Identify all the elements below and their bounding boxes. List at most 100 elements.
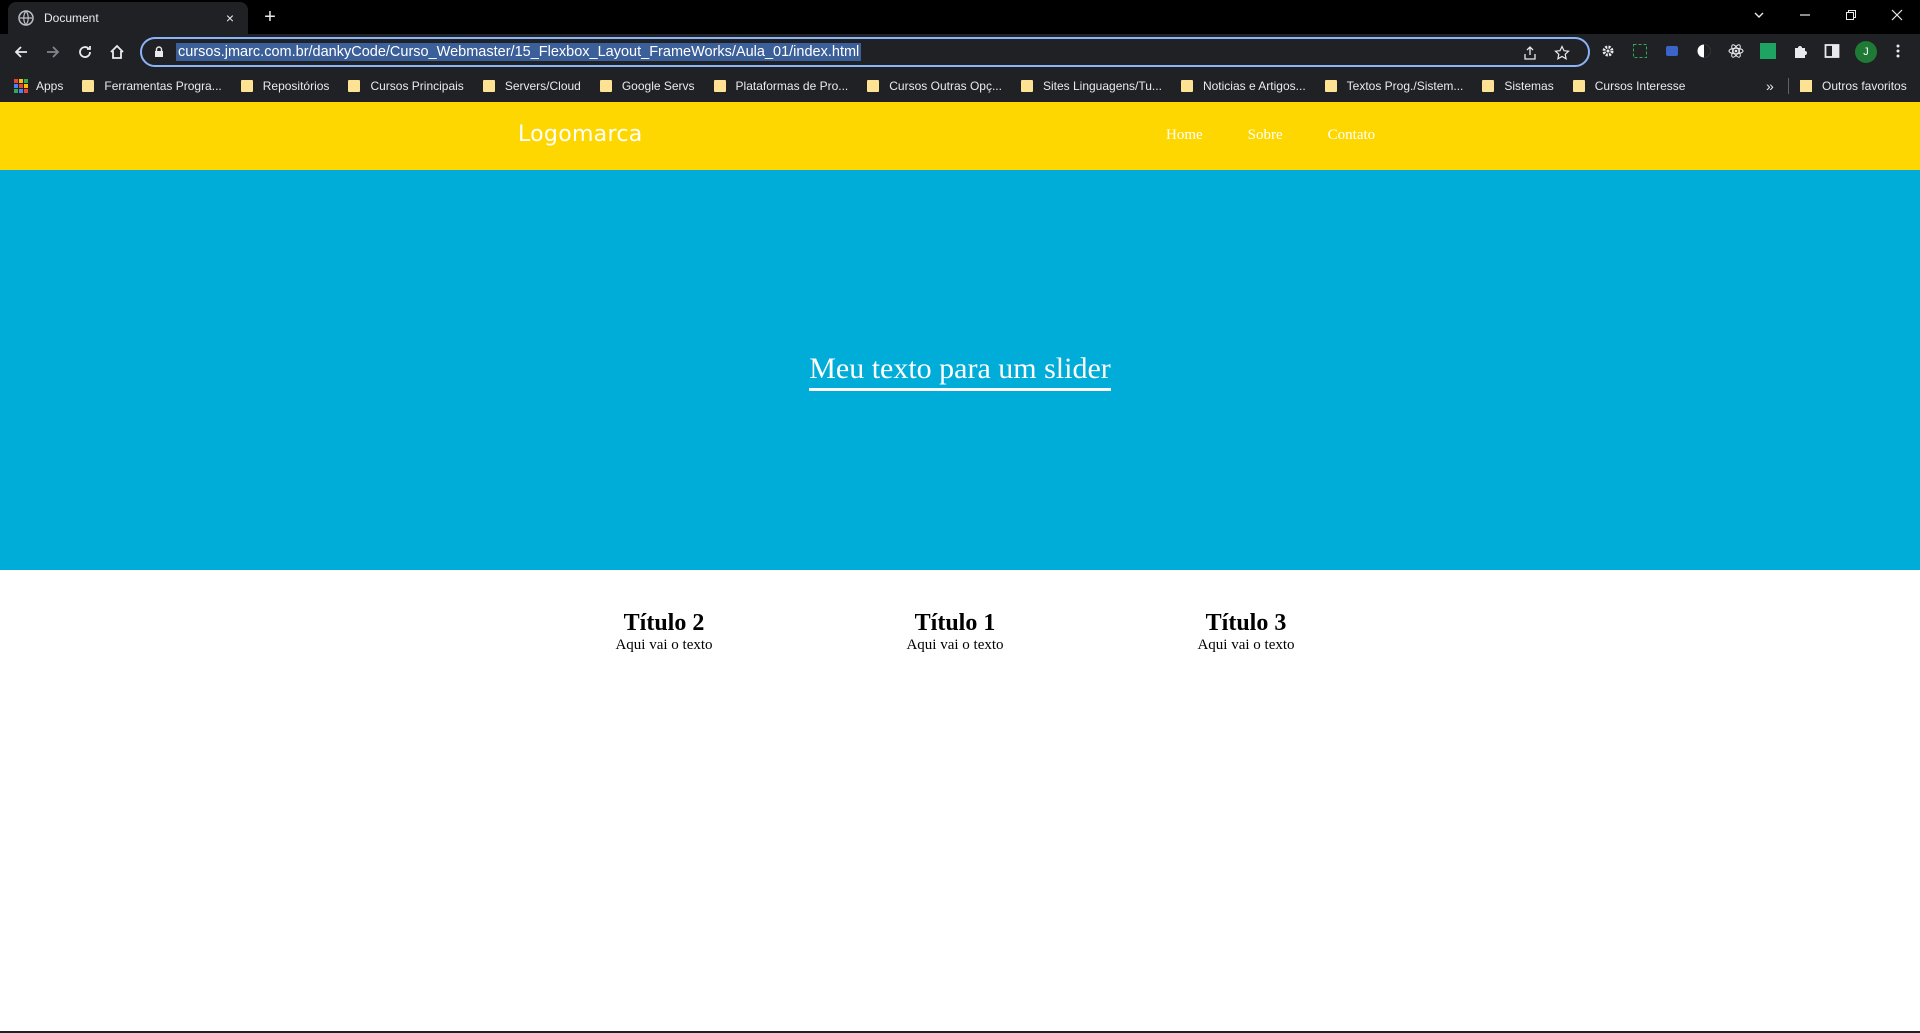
bookmark-label: Apps — [36, 79, 64, 93]
bookmarks-bar: Apps Ferramentas Progra... Repositórios … — [0, 70, 1920, 102]
bookmark-label: Plataformas de Pro... — [735, 79, 849, 93]
forward-button[interactable] — [41, 40, 65, 64]
kebab-menu-icon[interactable] — [1890, 43, 1906, 59]
home-icon — [110, 44, 124, 59]
lock-icon[interactable] — [152, 45, 166, 59]
bookmark-label: Outros favoritos — [1822, 79, 1907, 93]
folder-icon — [1324, 80, 1337, 92]
url-text[interactable]: cursos.jmarc.com.br/dankyCode/Curso_Webm… — [176, 43, 862, 61]
folder-icon — [1572, 80, 1585, 92]
react-devtools-icon[interactable] — [1728, 43, 1744, 59]
bookmark-folder[interactable]: Servers/Cloud — [482, 79, 581, 93]
bookmark-folder[interactable]: Sistemas — [1482, 79, 1554, 93]
bookmark-label: Ferramentas Progra... — [104, 79, 222, 93]
bookmark-label: Cursos Interesse — [1594, 79, 1686, 93]
apps-grid-icon — [14, 79, 28, 93]
gear-extension-icon[interactable] — [1600, 43, 1616, 59]
folder-icon — [240, 80, 253, 92]
hero-slider: Meu texto para um slider — [0, 170, 1920, 570]
box-text: Aqui vai o texto — [615, 637, 713, 653]
reload-icon — [79, 46, 91, 58]
folder-icon — [348, 80, 361, 92]
other-bookmarks-folder[interactable]: Outros favoritos — [1800, 70, 1907, 102]
address-bar[interactable]: cursos.jmarc.com.br/dankyCode/Curso_Webm… — [140, 37, 1590, 67]
menu-item-contato[interactable]: Contato — [1328, 127, 1376, 144]
box-title: Título 3 — [1205, 610, 1287, 636]
tab-close-button[interactable]: × — [222, 10, 238, 26]
content-box: Título 3 Aqui vai o texto — [1146, 610, 1346, 654]
browser-tab[interactable]: Document × — [8, 2, 248, 34]
arrow-left-icon — [14, 46, 27, 58]
bookmark-label: Cursos Principais — [370, 79, 464, 93]
profile-avatar[interactable]: J — [1855, 41, 1877, 63]
menu-item-home[interactable]: Home — [1166, 127, 1203, 144]
folder-icon — [82, 80, 95, 92]
box-text: Aqui vai o texto — [1197, 637, 1295, 653]
bookmark-label: Sistemas — [1504, 79, 1554, 93]
browser-toolbar: cursos.jmarc.com.br/dankyCode/Curso_Webm… — [0, 34, 1920, 70]
folder-icon — [1180, 80, 1193, 92]
bookmark-folder[interactable]: Cursos Principais — [348, 79, 464, 93]
bookmark-folder[interactable]: Sites Linguagens/Tu... — [1020, 79, 1162, 93]
bookmark-folder[interactable]: Plataformas de Pro... — [713, 79, 849, 93]
green-square-extension-icon[interactable] — [1760, 43, 1776, 59]
bookmark-label: Servers/Cloud — [504, 79, 581, 93]
close-window-button[interactable] — [1874, 0, 1920, 30]
home-button[interactable] — [105, 40, 129, 64]
bookmarks-overflow-button[interactable]: » — [1766, 70, 1774, 102]
folder-icon — [1482, 80, 1495, 92]
bookmarks-divider — [1788, 78, 1789, 94]
chevron-down-icon — [1754, 12, 1764, 18]
box-text: Aqui vai o texto — [906, 637, 1004, 653]
site-header: Logomarca Home Sobre Contato — [0, 102, 1920, 170]
share-icon[interactable] — [1522, 45, 1538, 61]
folder-icon — [1020, 80, 1033, 92]
logo[interactable]: Logomarca — [518, 122, 643, 147]
minimize-button[interactable] — [1782, 0, 1828, 30]
globe-icon — [18, 10, 34, 26]
folder-icon — [1800, 80, 1812, 92]
folder-icon — [713, 80, 726, 92]
box-title: Título 2 — [623, 610, 705, 636]
star-icon[interactable] — [1554, 45, 1570, 61]
bookmark-folder[interactable]: Textos Prog./Sistem... — [1324, 79, 1463, 93]
restore-icon — [1846, 10, 1856, 20]
bookmark-folder[interactable]: Cursos Interesse — [1572, 79, 1686, 93]
slider-text: Meu texto para um slider — [809, 350, 1111, 391]
bookmark-folder[interactable]: Cursos Outras Opç... — [867, 79, 1002, 93]
restore-button[interactable] — [1828, 0, 1874, 30]
translate-extension-icon[interactable] — [1664, 43, 1680, 59]
side-panel-icon[interactable] — [1824, 43, 1840, 59]
bookmark-folder[interactable]: Google Servs — [599, 79, 695, 93]
page-viewport: Logomarca Home Sobre Contato Meu texto p… — [0, 102, 1920, 1033]
content-box: Título 2 Aqui vai o texto — [564, 610, 764, 654]
box-title: Título 1 — [914, 610, 996, 636]
tab-title: Document — [44, 11, 99, 25]
bookmark-folder[interactable]: Noticias e Artigos... — [1180, 79, 1306, 93]
dark-mode-extension-icon[interactable] — [1696, 43, 1712, 59]
screenshot-extension-icon[interactable] — [1632, 43, 1648, 59]
tab-strip: Document × + — [0, 0, 1920, 34]
folder-icon — [599, 80, 612, 92]
tab-search-button[interactable] — [1736, 0, 1782, 30]
bookmark-folder[interactable]: Ferramentas Progra... — [82, 79, 222, 93]
new-tab-button[interactable]: + — [258, 6, 282, 30]
bookmark-folder[interactable]: Repositórios — [240, 79, 330, 93]
bookmark-apps[interactable]: Apps — [14, 79, 63, 93]
back-button[interactable] — [9, 40, 33, 64]
profile-initial: J — [1863, 46, 1869, 58]
bookmark-label: Google Servs — [621, 79, 695, 93]
bookmark-label: Noticias e Artigos... — [1202, 79, 1306, 93]
main-menu: Home Sobre Contato — [1166, 127, 1420, 144]
close-icon — [1891, 9, 1903, 21]
folder-icon — [867, 80, 880, 92]
folder-icon — [482, 80, 495, 92]
bookmark-label: Repositórios — [262, 79, 330, 93]
reload-button[interactable] — [73, 40, 97, 64]
content-box: Título 1 Aqui vai o texto — [855, 610, 1055, 654]
minimize-icon — [1800, 14, 1810, 16]
arrow-right-icon — [47, 46, 60, 58]
menu-item-sobre[interactable]: Sobre — [1248, 127, 1283, 144]
boxes-section: Título 2 Aqui vai o texto Título 1 Aqui … — [0, 570, 1920, 690]
puzzle-icon[interactable] — [1792, 43, 1808, 59]
